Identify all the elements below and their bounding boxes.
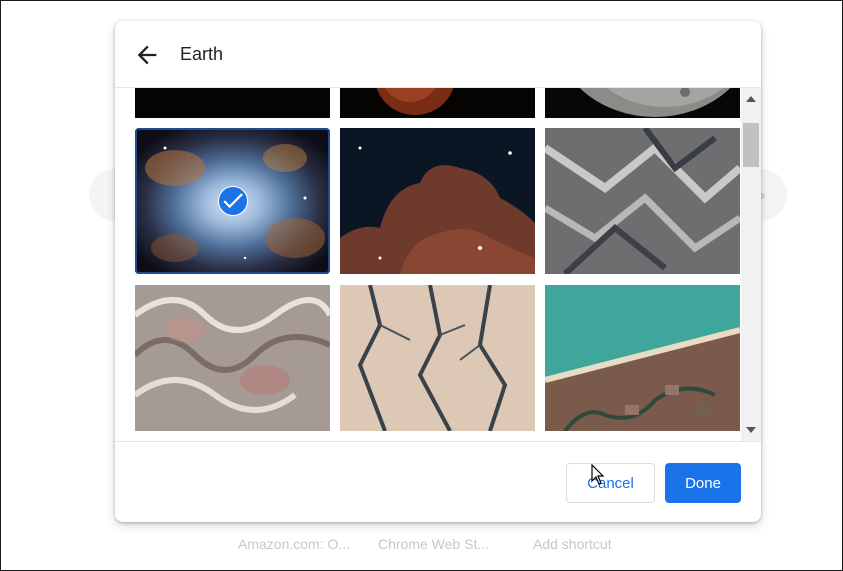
dialog-header: Earth xyxy=(115,21,761,88)
shortcut-add: Add shortcut xyxy=(533,536,612,552)
image-tile[interactable] xyxy=(340,88,535,118)
image-tile[interactable] xyxy=(135,285,330,431)
scroll-up-arrow-icon[interactable] xyxy=(746,96,756,102)
shortcut-amazon: Amazon.com: O... xyxy=(238,536,351,552)
back-button[interactable] xyxy=(133,41,161,69)
image-grid xyxy=(115,88,761,441)
scroll-down-arrow-icon[interactable] xyxy=(746,427,756,433)
dialog-footer: Cancel Done xyxy=(115,441,761,522)
check-icon xyxy=(223,193,243,209)
image-tile[interactable] xyxy=(545,88,740,118)
image-tile[interactable] xyxy=(340,128,535,274)
background-shortcuts: Amazon.com: O... Chrome Web St... Add sh… xyxy=(1,536,842,560)
selected-check-badge xyxy=(218,186,248,216)
vertical-scrollbar[interactable] xyxy=(741,88,761,441)
scrollbar-thumb[interactable] xyxy=(743,123,759,167)
image-tile-selected[interactable] xyxy=(135,128,330,274)
cancel-button[interactable]: Cancel xyxy=(566,463,655,503)
shortcut-chrome-web-store: Chrome Web St... xyxy=(378,536,490,552)
background-picker-dialog: Earth Cancel Done xyxy=(115,21,761,522)
image-tile[interactable] xyxy=(545,128,740,274)
image-tile[interactable] xyxy=(545,285,740,431)
mouse-pointer-icon xyxy=(591,464,605,485)
image-tile[interactable] xyxy=(340,285,535,431)
arrow-left-icon xyxy=(137,45,157,65)
image-tile[interactable] xyxy=(135,88,330,118)
done-button[interactable]: Done xyxy=(665,463,741,503)
dialog-title: Earth xyxy=(180,44,224,64)
